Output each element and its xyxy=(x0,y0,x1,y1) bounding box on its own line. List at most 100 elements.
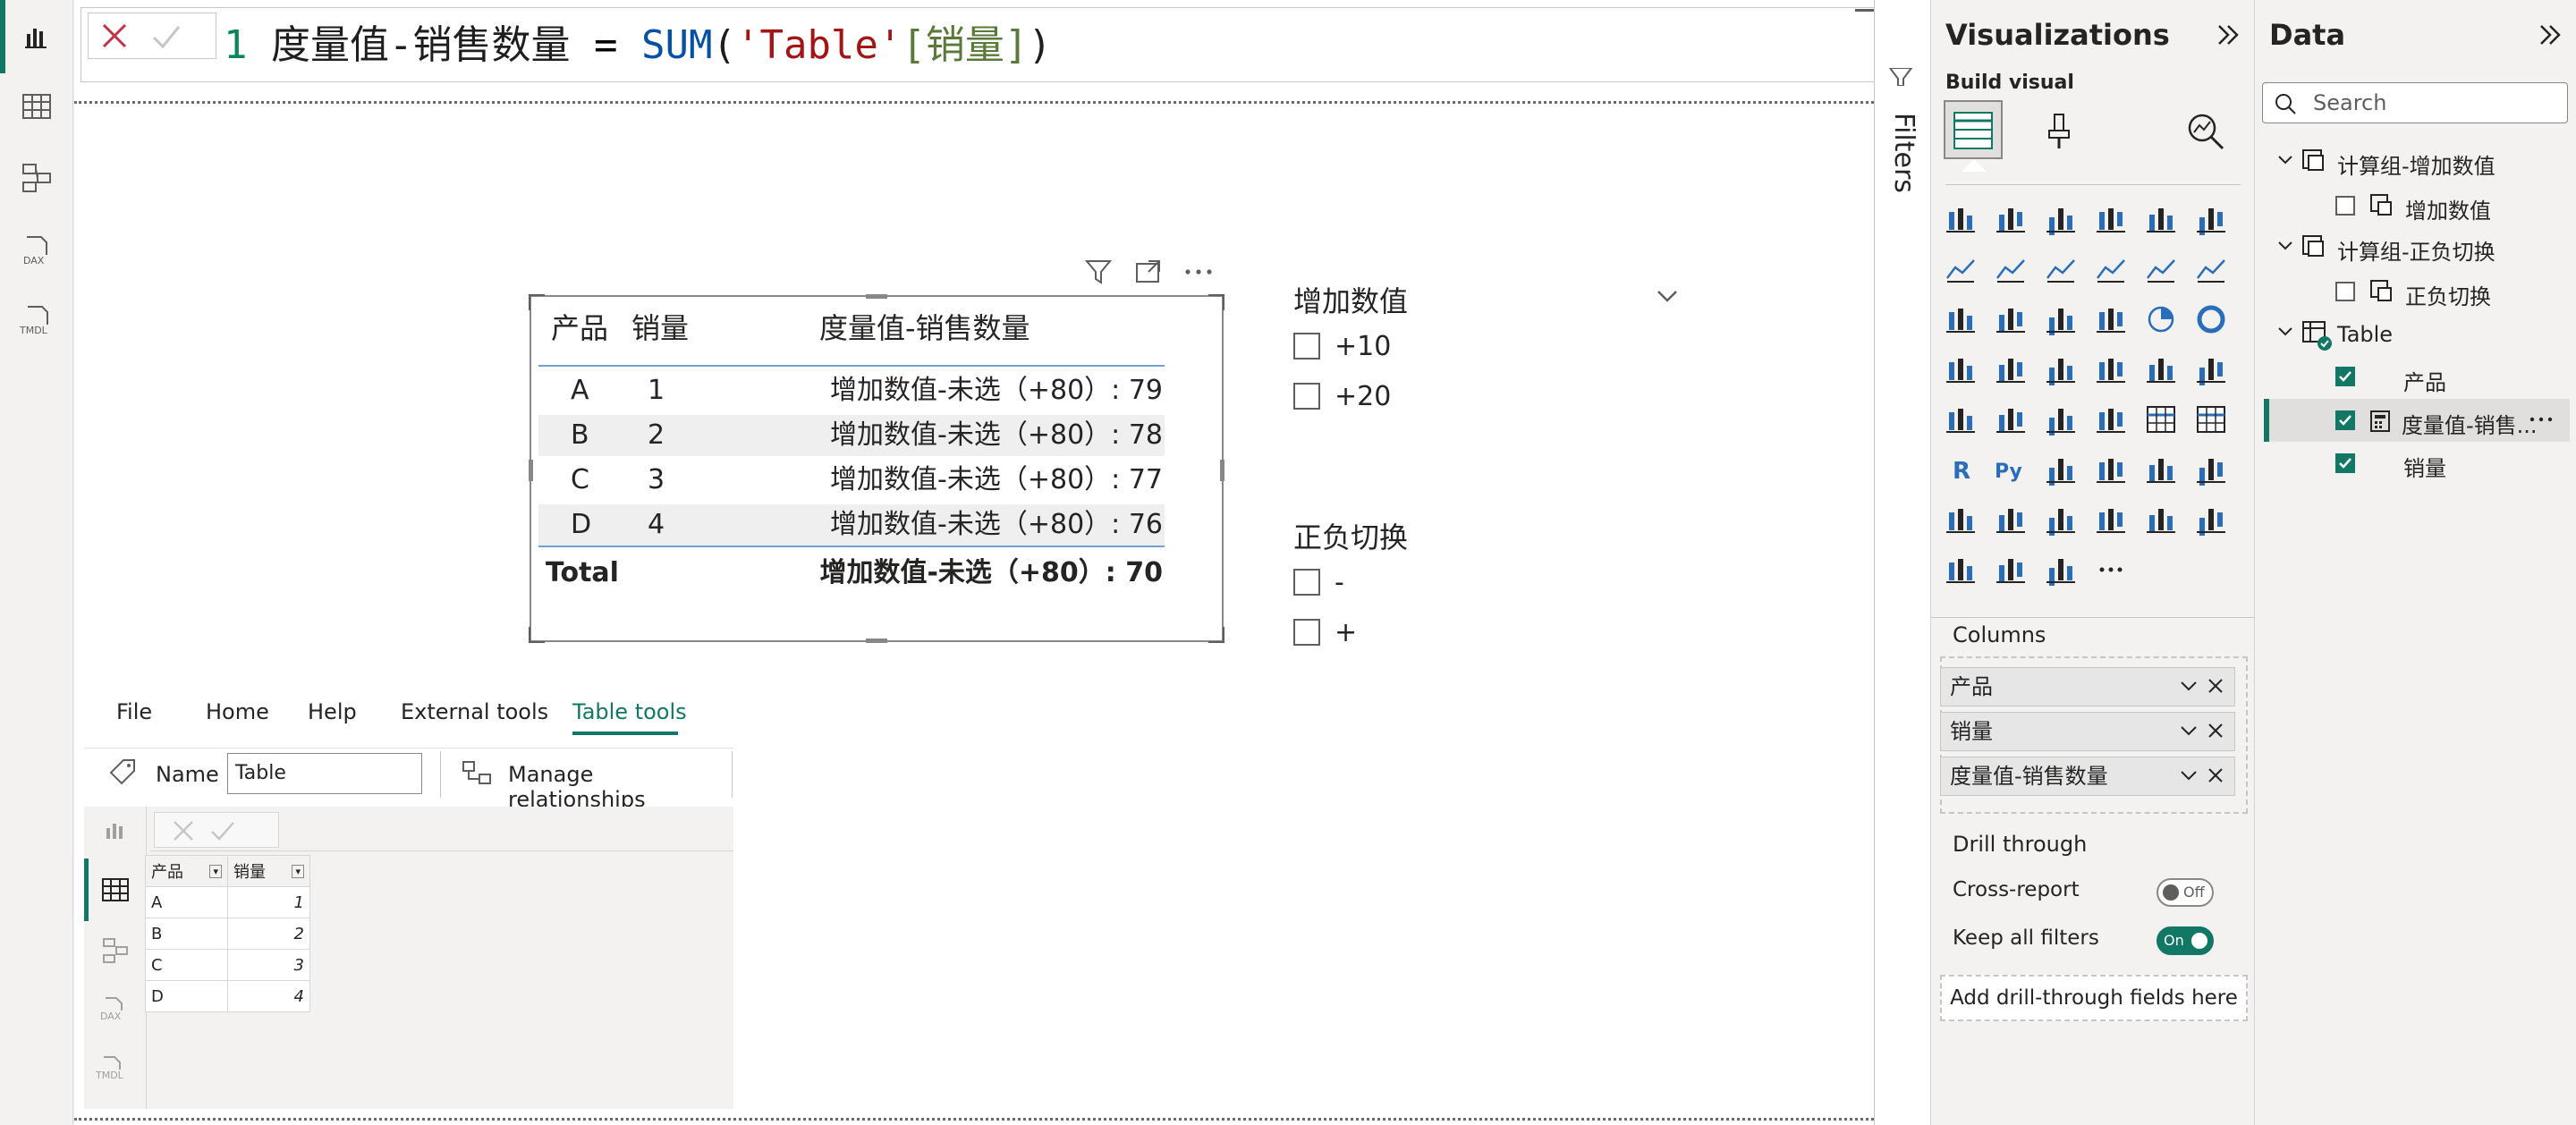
slicer-dropdown-button[interactable] xyxy=(1655,288,1680,304)
dax-icon[interactable]: DAX xyxy=(98,996,129,1023)
table-name-input[interactable]: Table xyxy=(227,753,422,794)
chevron-down-icon[interactable] xyxy=(2276,154,2294,166)
scatter-icon[interactable] xyxy=(2090,299,2131,340)
chevron-down-icon[interactable] xyxy=(2276,240,2294,252)
column-header-product[interactable]: 产品 xyxy=(551,306,608,347)
remove-field-icon[interactable] xyxy=(2206,668,2225,704)
field-checkbox[interactable] xyxy=(2335,367,2355,386)
funnel-icon[interactable] xyxy=(2040,299,2081,340)
table-row[interactable]: C 3 增加数值-未选（+80）: 77 xyxy=(538,460,1165,501)
stacked-column-icon[interactable] xyxy=(1990,199,2031,240)
menu-external-tools[interactable]: External tools xyxy=(401,699,548,724)
field-pill[interactable]: 产品 xyxy=(1940,667,2235,706)
decomposition-tree-icon[interactable] xyxy=(2090,449,2131,490)
line-clustered-icon[interactable] xyxy=(2190,249,2232,290)
resize-handle[interactable] xyxy=(1220,460,1224,481)
resize-handle[interactable] xyxy=(1208,627,1224,643)
filters-label[interactable]: Filters xyxy=(1888,113,1919,193)
grid-header-qty[interactable]: 销量 ▾ xyxy=(227,855,310,887)
search-box[interactable]: Search xyxy=(2262,82,2568,123)
grid-header-product[interactable]: 产品 ▾ xyxy=(145,855,228,887)
inset-data-grid[interactable]: 产品 ▾ 销量 ▾ A1 B2 C3 D4 xyxy=(145,855,310,1012)
remove-field-icon[interactable] xyxy=(2206,757,2225,793)
gauge-icon[interactable] xyxy=(2190,349,2232,390)
grid-row[interactable]: A1 xyxy=(145,886,310,918)
field-checkbox[interactable] xyxy=(2335,410,2355,430)
remove-field-icon[interactable] xyxy=(2206,713,2225,749)
field-name[interactable]: 度量值-销售... xyxy=(2402,408,2538,439)
filters-pane-collapsed[interactable]: Filters xyxy=(1874,0,1929,1125)
dax-formula[interactable]: 1 度量值-销售数量 = SUM('Table'[销量]) xyxy=(224,14,1052,77)
map-icon[interactable] xyxy=(1990,349,2031,390)
100-bar-icon[interactable] xyxy=(2140,199,2182,240)
tmdl-icon[interactable]: TMDL xyxy=(95,1055,131,1082)
r-visual-icon[interactable]: R xyxy=(1940,449,1981,490)
focus-mode-button[interactable] xyxy=(1134,258,1163,286)
table-icon[interactable] xyxy=(2140,399,2182,440)
resize-handle[interactable] xyxy=(866,639,887,643)
resize-handle[interactable] xyxy=(529,627,545,643)
more-visuals-icon[interactable] xyxy=(2090,549,2131,590)
slicer-checkbox[interactable] xyxy=(1293,619,1320,646)
chevron-down-icon[interactable] xyxy=(2179,668,2199,704)
slicer-checkbox[interactable] xyxy=(1293,383,1320,410)
field-checkbox[interactable] xyxy=(2335,453,2355,473)
clustered-column-icon[interactable] xyxy=(2090,199,2131,240)
100-area-icon[interactable] xyxy=(2090,249,2131,290)
slicer-sign-toggle[interactable]: 正负切换 - + xyxy=(1292,515,1560,658)
azure-map-icon[interactable] xyxy=(2140,349,2182,390)
stacked-area-icon[interactable] xyxy=(2040,249,2081,290)
shape-map-icon[interactable] xyxy=(2090,349,2131,390)
resize-handle[interactable] xyxy=(529,294,545,310)
ellipsis-icon[interactable] xyxy=(2529,413,2554,426)
report-view-button[interactable] xyxy=(0,0,73,73)
keep-filters-toggle[interactable]: On xyxy=(2157,926,2214,955)
menu-table-tools[interactable]: Table tools xyxy=(572,699,687,724)
slicer-add-value[interactable]: 增加数值 +10 +20 xyxy=(1292,279,1703,422)
chevron-down-icon[interactable] xyxy=(2179,713,2199,749)
paginated-report-icon[interactable] xyxy=(1990,499,2031,540)
stacked-bar-icon[interactable] xyxy=(1940,199,1981,240)
visual-filter-button[interactable] xyxy=(1084,258,1113,286)
manage-relationships-button[interactable]: Manage relationships xyxy=(508,762,733,812)
menu-home[interactable]: Home xyxy=(206,699,269,724)
clustered-bar-icon[interactable] xyxy=(2040,199,2081,240)
button-slicer-icon[interactable] xyxy=(2140,499,2182,540)
cross-report-toggle[interactable]: Off xyxy=(2157,878,2214,907)
resize-handle[interactable] xyxy=(529,460,533,481)
build-visual-tab[interactable] xyxy=(1944,100,2003,159)
table-name[interactable]: Table xyxy=(2337,322,2393,347)
slicer-checkbox[interactable] xyxy=(1293,569,1320,596)
filled-map-icon[interactable] xyxy=(2040,349,2081,390)
powerbi-icon[interactable] xyxy=(2040,549,2081,590)
dax-query-view-button[interactable]: DAX xyxy=(0,215,73,288)
matrix-icon[interactable] xyxy=(2190,399,2232,440)
report-view-icon[interactable] xyxy=(104,819,127,842)
table-row[interactable]: A 1 增加数值-未选（+80）: 79 xyxy=(538,370,1165,411)
model-view-icon[interactable] xyxy=(102,937,129,964)
key-influencers-icon[interactable] xyxy=(2040,449,2081,490)
analytics-tab[interactable] xyxy=(2185,111,2226,152)
column-header-measure[interactable]: 度量值-销售数量 xyxy=(819,306,1030,347)
field-pill[interactable]: 度量值-销售数量 xyxy=(1940,757,2235,796)
more-options-button[interactable] xyxy=(1182,258,1215,286)
kpi-icon[interactable] xyxy=(2040,399,2081,440)
table-view-button[interactable] xyxy=(0,70,73,143)
goals-icon[interactable] xyxy=(1940,499,1981,540)
chevron-down-icon[interactable] xyxy=(2179,757,2199,793)
menu-file[interactable]: File xyxy=(116,699,152,724)
line-chart-icon[interactable] xyxy=(1940,249,1981,290)
multi-row-card-icon[interactable] xyxy=(1990,399,2031,440)
model-view-button[interactable] xyxy=(0,141,73,215)
tmdl-view-button[interactable]: TMDL xyxy=(0,284,73,358)
grid-row[interactable]: D4 xyxy=(145,980,310,1012)
slicer-new-icon[interactable] xyxy=(2090,499,2131,540)
column-header-qty[interactable]: 销量 xyxy=(631,306,689,347)
resize-handle[interactable] xyxy=(1208,294,1224,310)
slicer-icon[interactable] xyxy=(2090,399,2131,440)
card-icon[interactable] xyxy=(1940,399,1981,440)
waterfall-icon[interactable] xyxy=(1990,299,2031,340)
calc-item-name[interactable]: 增加数值 xyxy=(2405,193,2491,224)
dropdown-icon[interactable]: ▾ xyxy=(209,865,222,878)
donut-icon[interactable] xyxy=(2190,299,2232,340)
